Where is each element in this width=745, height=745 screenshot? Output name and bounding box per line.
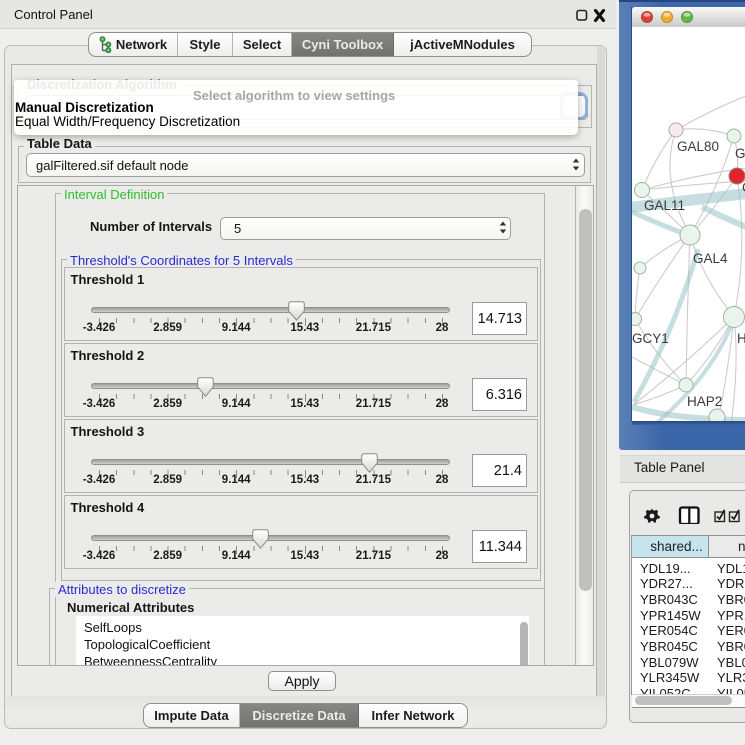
svg-text:GAL7: GAL7 bbox=[735, 146, 745, 161]
svg-text:GCY1: GCY1 bbox=[632, 331, 669, 346]
svg-text:GAL4: GAL4 bbox=[693, 251, 728, 266]
svg-text:HIS4: HIS4 bbox=[737, 331, 745, 346]
svg-text:HAP2: HAP2 bbox=[687, 394, 722, 409]
svg-text:GAL80: GAL80 bbox=[677, 139, 719, 154]
svg-text:GAL11: GAL11 bbox=[644, 198, 685, 213]
